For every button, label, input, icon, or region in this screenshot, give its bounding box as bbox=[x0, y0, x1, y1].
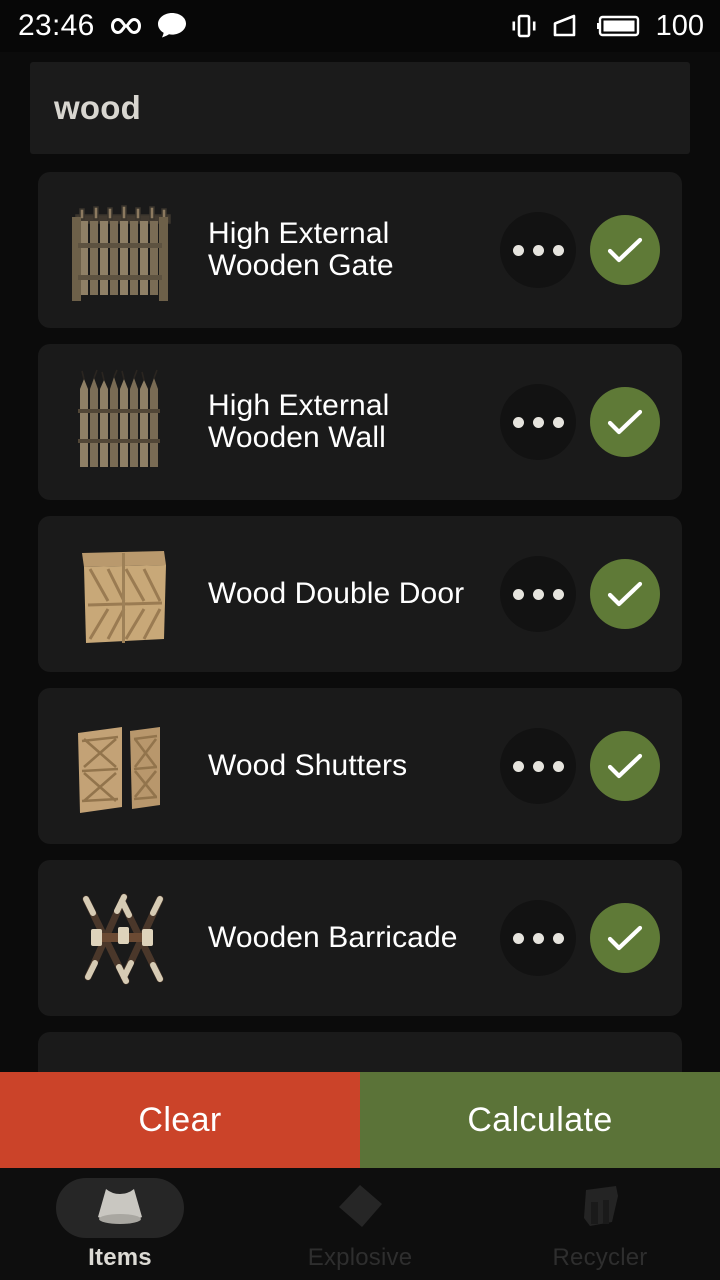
item-more-options-button[interactable] bbox=[500, 212, 576, 288]
item-row-wood-shutters[interactable]: Wood Shutters bbox=[38, 688, 682, 844]
item-row-partial[interactable] bbox=[38, 1032, 682, 1072]
dot-icon bbox=[512, 244, 524, 256]
check-icon bbox=[607, 581, 643, 607]
item-selected-toggle[interactable] bbox=[590, 215, 660, 285]
check-icon bbox=[607, 925, 643, 951]
dot-icon bbox=[552, 588, 564, 600]
dot-icon bbox=[532, 416, 544, 428]
item-row-high-external-wooden-wall[interactable]: High External Wooden Wall bbox=[38, 344, 682, 500]
search-input-value: wood bbox=[54, 89, 141, 126]
item-more-options-button[interactable] bbox=[500, 728, 576, 804]
chat-bubble-icon bbox=[157, 12, 187, 40]
battery-icon bbox=[596, 13, 643, 39]
high-external-wooden-wall-thumbnail bbox=[64, 363, 182, 481]
item-row-high-external-wooden-gate[interactable]: High External Wooden Gate bbox=[38, 172, 682, 328]
stone-hatchet-icon bbox=[89, 1183, 151, 1234]
nav-tab-explosive-label: Explosive bbox=[307, 1244, 413, 1271]
item-selected-toggle[interactable] bbox=[590, 387, 660, 457]
wood-double-door-thumbnail bbox=[64, 535, 182, 653]
recycler-icon bbox=[572, 1182, 628, 1235]
dot-icon bbox=[532, 932, 544, 944]
nav-tab-recycler-label: Recycler bbox=[552, 1244, 648, 1271]
item-row-wood-double-door[interactable]: Wood Double Door bbox=[38, 516, 682, 672]
search-bar: wood bbox=[0, 52, 720, 172]
app-root: 23:46 100 wood High External Wooden Gate… bbox=[0, 0, 720, 1280]
wooden-barricade-thumbnail bbox=[64, 879, 182, 997]
check-icon bbox=[607, 409, 643, 435]
dot-icon bbox=[532, 588, 544, 600]
dot-icon bbox=[532, 244, 544, 256]
item-name: High External Wooden Wall bbox=[208, 388, 390, 454]
item-name: Wooden Barricade bbox=[208, 920, 458, 954]
nav-tab-explosive[interactable]: Explosive bbox=[240, 1174, 480, 1280]
high-external-wooden-gate-thumbnail bbox=[64, 191, 182, 309]
nav-items-pill bbox=[56, 1178, 184, 1238]
calculate-button[interactable]: Calculate bbox=[360, 1072, 720, 1168]
clear-button[interactable]: Clear bbox=[0, 1072, 360, 1168]
status-bar-clock: 23:46 bbox=[18, 9, 95, 42]
item-selected-toggle[interactable] bbox=[590, 559, 660, 629]
dot-icon bbox=[512, 760, 524, 772]
infinity-icon bbox=[109, 15, 143, 37]
check-icon bbox=[607, 237, 643, 263]
item-list[interactable]: High External Wooden Gate High External … bbox=[0, 172, 720, 1072]
dot-icon bbox=[552, 932, 564, 944]
dot-icon bbox=[552, 760, 564, 772]
item-name: Wood Shutters bbox=[208, 748, 408, 782]
item-selected-toggle[interactable] bbox=[590, 731, 660, 801]
status-bar: 23:46 100 bbox=[0, 0, 720, 52]
dot-icon bbox=[512, 416, 524, 428]
search-input[interactable]: wood bbox=[30, 62, 690, 154]
item-name: Wood Double Door bbox=[208, 576, 465, 610]
dot-icon bbox=[532, 760, 544, 772]
nav-tab-items[interactable]: Items bbox=[0, 1174, 240, 1280]
status-bar-left: 23:46 bbox=[18, 11, 187, 41]
explosive-diamond-icon bbox=[332, 1182, 388, 1235]
signal-icon bbox=[552, 13, 584, 39]
item-more-options-button[interactable] bbox=[500, 556, 576, 632]
nav-recycler-pill bbox=[536, 1178, 664, 1238]
dot-icon bbox=[512, 588, 524, 600]
bottom-navigation: Items Explosive Recycler bbox=[0, 1168, 720, 1280]
nav-tab-items-label: Items bbox=[88, 1244, 152, 1271]
item-row-wooden-barricade[interactable]: Wooden Barricade bbox=[38, 860, 682, 1016]
nav-tab-recycler[interactable]: Recycler bbox=[480, 1174, 720, 1280]
nav-explosive-pill bbox=[296, 1178, 424, 1238]
action-bar: Clear Calculate bbox=[0, 1072, 720, 1168]
wood-shutters-thumbnail bbox=[64, 707, 182, 825]
dot-icon bbox=[552, 244, 564, 256]
item-more-options-button[interactable] bbox=[500, 900, 576, 976]
dot-icon bbox=[552, 416, 564, 428]
vibrate-icon bbox=[509, 11, 539, 41]
battery-percent-label: 100 bbox=[655, 9, 704, 42]
status-bar-right: 100 bbox=[509, 11, 704, 41]
item-more-options-button[interactable] bbox=[500, 384, 576, 460]
check-icon bbox=[607, 753, 643, 779]
item-selected-toggle[interactable] bbox=[590, 903, 660, 973]
dot-icon bbox=[512, 932, 524, 944]
item-name: High External Wooden Gate bbox=[208, 216, 394, 282]
